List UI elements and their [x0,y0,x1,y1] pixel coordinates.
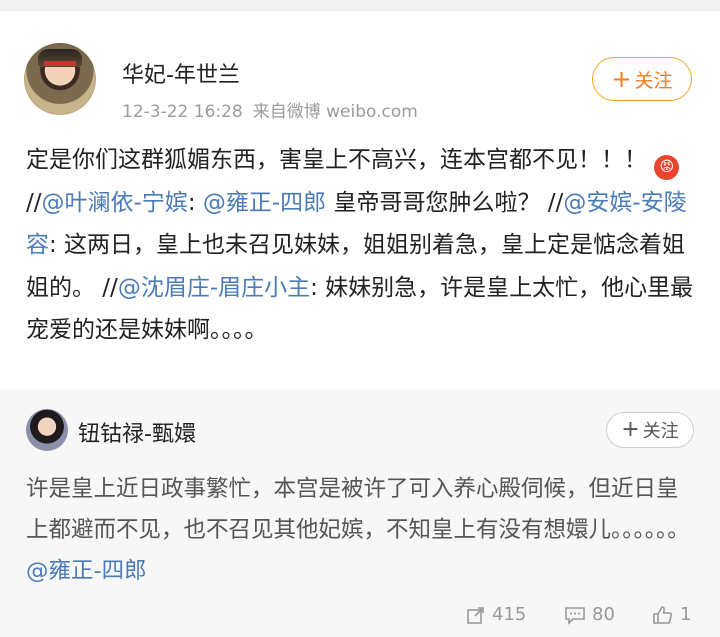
comment-count: 80 [592,604,615,625]
mention-link[interactable]: @沈眉庄-眉庄小主 [118,275,310,301]
like-action[interactable]: 1 [652,604,691,625]
share-icon [467,606,484,624]
repost-text: 许是皇上近日政事繁忙，本宫是被许了可入养心殿伺候，但近日皇上都避而不见，也不召见… [26,476,690,543]
repost-user-avatar[interactable] [26,409,68,451]
angry-face-icon: 😡 [654,155,680,180]
post-body: 定是你们这群狐媚东西，害皇上不高兴，连本宫都不见！！！ 😡//@叶澜依-宁嫔: … [26,139,698,352]
weibo-post: 华妃-年世兰 12-3-22 16:28 来自微博 weibo.com + 关注 … [0,11,720,389]
post-text-segment: // [26,189,42,216]
mention-link[interactable]: @叶澜依-宁嫔 [42,190,188,216]
plus-icon: + [611,65,632,93]
repost-count: 415 [492,604,527,625]
repost-body: 许是皇上近日政事繁忙，本宫是被许了可入养心殿伺候，但近日皇上都避而不见，也不召见… [26,469,698,592]
post-meta: 12-3-22 16:28 来自微博 weibo.com [122,97,428,122]
comment-icon [565,606,585,625]
timestamp: 12-3-22 16:28 [122,102,243,122]
follow-label: 关注 [642,421,679,442]
mention-link[interactable]: @雍正-四郎 [203,190,326,216]
post-text-segment: 皇帝哥哥您肿么啦？ // [326,189,564,216]
post-text-segment: : [187,189,203,216]
user-avatar[interactable] [24,43,96,115]
comment-action[interactable]: 80 [564,604,615,625]
like-count: 1 [680,604,692,625]
post-text-segment: 定是你们这群狐媚东西，害皇上不高兴，连本宫都不见！！！ [26,147,655,173]
username[interactable]: 华妃-年世兰 [122,57,240,89]
repost-action[interactable]: 415 [466,604,526,625]
post-source[interactable]: 来自微博 weibo.com [253,102,418,122]
thumbs-up-icon [653,605,673,624]
plus-icon: + [621,417,640,442]
repost-follow-button[interactable]: + 关注 [606,412,694,448]
follow-button[interactable]: + 关注 [592,57,692,101]
headdress-band [44,61,76,66]
mention-link[interactable]: @雍正-四郎 [26,558,147,584]
reposted-weibo[interactable]: 钮钴禄-甄嬛 + 关注 许是皇上近日政事繁忙，本宫是被许了可入养心殿伺候，但近日… [0,389,720,637]
follow-label: 关注 [634,69,673,92]
repost-username[interactable]: 钮钴禄-甄嬛 [78,416,196,448]
top-divider [0,0,720,11]
